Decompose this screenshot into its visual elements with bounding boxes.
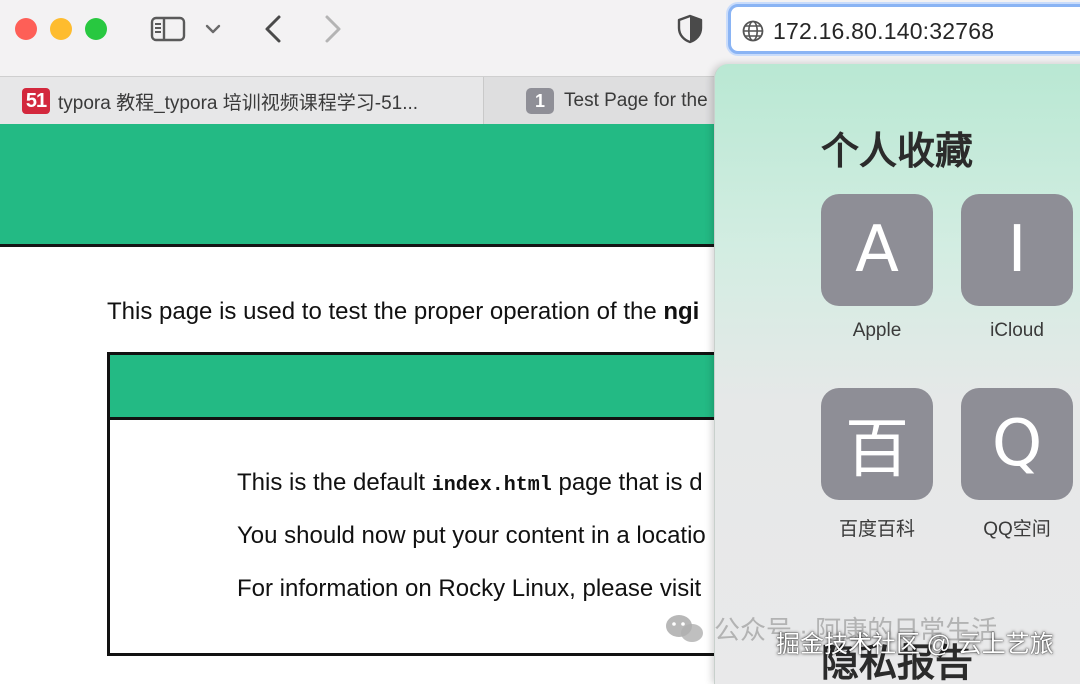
favorite-baidu-baike-label[interactable]: 百度百科 (807, 514, 947, 541)
line1-code: index.html (431, 474, 552, 497)
favorite-icloud-tile[interactable]: I (961, 194, 1073, 306)
tab-title: typora 教程_typora 培训视频课程学习-51... (58, 92, 419, 114)
address-input[interactable]: 172.16.80.140:32768 (773, 18, 994, 45)
content-location-line: You should now put your content in a loc… (237, 522, 706, 549)
forward-icon (325, 15, 341, 43)
favorite-baidu-baike-tile[interactable]: 百 (821, 388, 933, 500)
line1-suffix: page that is d (551, 469, 703, 496)
tab-group-menu-button[interactable] (200, 16, 226, 42)
favorite-icloud-label[interactable]: iCloud (947, 320, 1080, 342)
wechat-icon (666, 614, 703, 642)
tab-test-page[interactable]: 1 Test Page for the (484, 77, 724, 125)
intro-text: This page is used to test the proper ope… (107, 298, 699, 326)
favorites-popover: 个人收藏 A Apple I iCloud 百 百度百科 Q QQ空间 隐私报告 (714, 64, 1080, 684)
intro-bold: ngi (663, 298, 700, 325)
juejin-watermark: 掘金技术社区 @ 云上艺旅 (776, 631, 1054, 658)
globe-icon (742, 20, 764, 42)
favorite-apple-tile[interactable]: A (821, 194, 933, 306)
back-button[interactable] (258, 12, 288, 46)
line1-prefix: This is the default (237, 469, 432, 496)
close-window-button[interactable] (15, 18, 37, 40)
tab-typora[interactable]: 51 typora 教程_typora 培训视频课程学习-51... (0, 77, 484, 125)
forward-button[interactable] (318, 12, 348, 46)
favorite-qq-zone-label[interactable]: QQ空间 (947, 514, 1080, 541)
default-page-line: This is the default index.html page that… (237, 469, 703, 497)
intro-prefix: This page is used to test the proper ope… (107, 298, 664, 325)
privacy-report-button[interactable] (674, 12, 706, 46)
chevron-down-icon (205, 24, 221, 34)
rocky-linux-info-line: For information on Rocky Linux, please v… (237, 575, 702, 602)
favorite-apple-label[interactable]: Apple (807, 320, 947, 342)
favorites-title: 个人收藏 (821, 131, 974, 173)
site-default-icon: 1 (526, 88, 554, 114)
tab-title: Test Page for the (564, 90, 708, 111)
back-icon (265, 15, 281, 43)
shield-icon (677, 14, 703, 44)
address-bar[interactable]: 172.16.80.140:32768 (728, 4, 1080, 54)
sidebar-toggle-button[interactable] (148, 14, 188, 44)
sidebar-icon (150, 16, 186, 42)
minimize-window-button[interactable] (50, 18, 72, 40)
site-51cto-icon: 51 (22, 88, 50, 114)
favorite-qq-zone-tile[interactable]: Q (961, 388, 1073, 500)
zoom-window-button[interactable] (85, 18, 107, 40)
